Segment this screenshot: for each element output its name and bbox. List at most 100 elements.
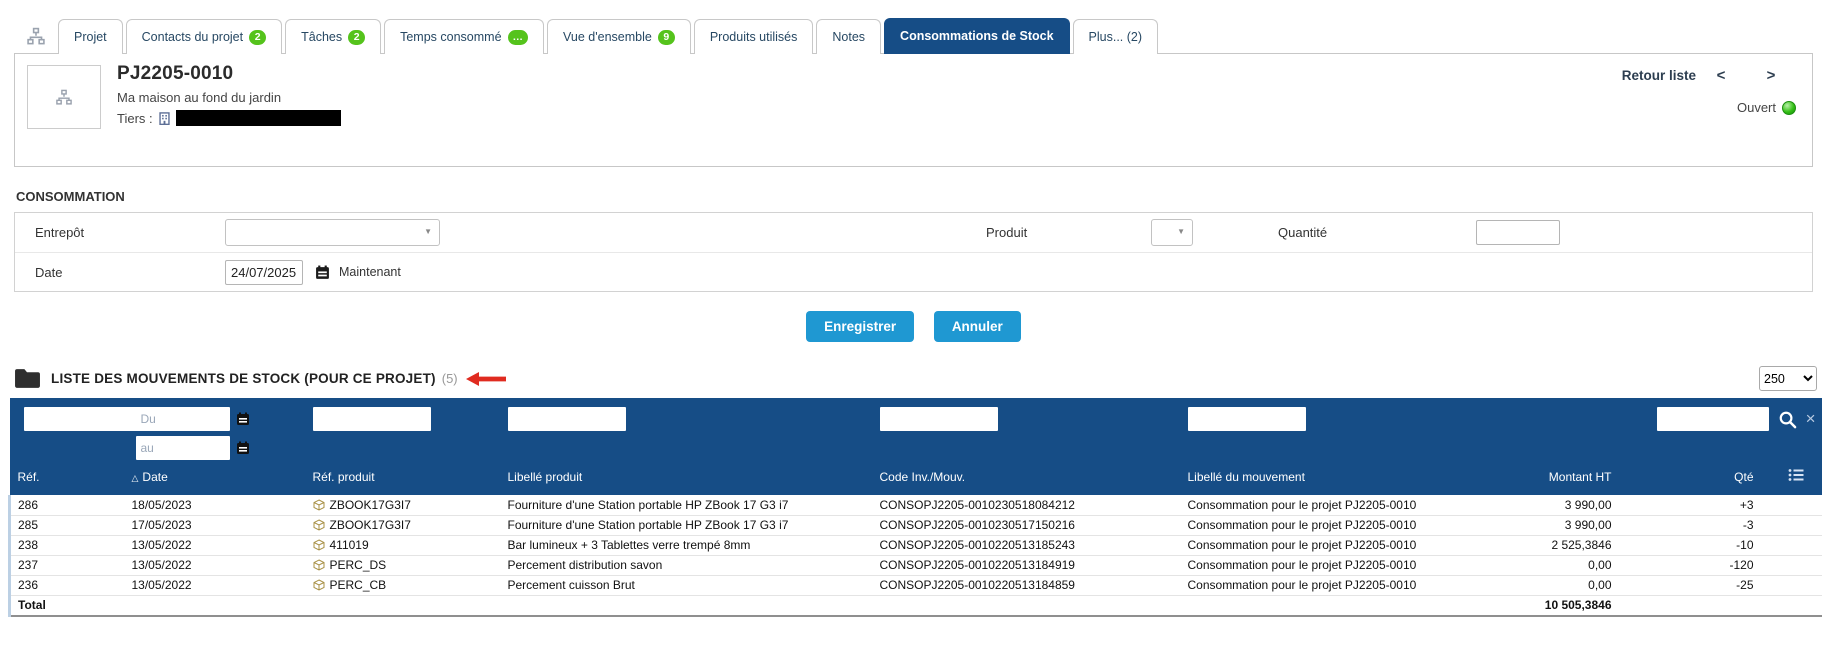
cell-product-ref[interactable]: 411019 (304, 535, 500, 556)
col-product-ref[interactable]: Réf. produit (305, 464, 500, 495)
contacts-count-badge: 2 (249, 29, 267, 45)
calendar-icon[interactable] (236, 412, 250, 426)
cell-product-ref[interactable]: ZBOOK17G3I7 (304, 495, 500, 516)
tab-bar: Projet Contacts du projet 2 Tâches 2 Temps… (0, 0, 1827, 54)
cell-qty: -120 (1619, 555, 1762, 576)
overview-count-badge: 9 (657, 29, 675, 45)
cell-empty (1761, 515, 1822, 536)
cell-product-label: Fourniture d'une Station portable HP ZBo… (499, 515, 872, 536)
tab-taches[interactable]: Tâches 2 (285, 19, 382, 54)
cell-ref: 286 (8, 495, 124, 516)
code-filter-input[interactable] (879, 407, 998, 431)
cell-movement-label: Consommation pour le projet PJ2205-0010 (1179, 535, 1490, 556)
col-date[interactable]: △ Date (124, 464, 305, 495)
tab-notes[interactable]: Notes (816, 19, 882, 54)
cell-code: CONSOPJ2205-0010230517150216 (871, 515, 1180, 536)
table-row[interactable]: 286 18/05/2023 ZBOOK17G3I7 Fourniture d'… (8, 495, 1822, 516)
quantity-input[interactable] (1476, 220, 1560, 245)
product-cube-icon (313, 499, 324, 511)
tab-produits-utilises[interactable]: Produits utilisés (693, 19, 814, 54)
cell-movement-label: Consommation pour le projet PJ2205-0010 (1179, 515, 1490, 536)
product-label-filter-input[interactable] (507, 407, 626, 431)
product-ref-filter-input[interactable] (312, 407, 431, 431)
tab-consommations-stock[interactable]: Consommations de Stock (884, 18, 1070, 54)
tab-plus[interactable]: Plus... (2) (1072, 19, 1159, 54)
col-settings (1762, 464, 1822, 495)
ref-filter-input[interactable] (23, 407, 142, 431)
tab-temps-consomme[interactable]: Temps consommé… (384, 19, 545, 54)
previous-record-arrow[interactable]: < (1696, 67, 1746, 84)
col-product-label[interactable]: Libellé produit (500, 464, 872, 495)
total-row: Total 10 505,3846 (8, 594, 1822, 617)
cell-code: CONSOPJ2205-0010220513185243 (871, 535, 1180, 556)
building-icon (158, 111, 170, 125)
date-to-input[interactable] (135, 436, 230, 460)
cell-code: CONSOPJ2205-0010220513184919 (871, 555, 1180, 576)
tab-projet[interactable]: Projet (58, 19, 123, 54)
page: Projet Contacts du projet 2 Tâches 2 Temps… (0, 0, 1827, 667)
col-code[interactable]: Code Inv./Mouv. (872, 464, 1180, 495)
cell-qty: -10 (1619, 535, 1762, 556)
project-sitemap-icon (56, 89, 72, 105)
col-qty[interactable]: Qté (1620, 464, 1762, 495)
red-left-arrow-annotation (465, 371, 506, 386)
cell-amount: 2 525,3846 (1489, 535, 1620, 556)
status-row: Ouvert (1566, 100, 1796, 115)
col-amount[interactable]: Montant HT (1490, 464, 1620, 495)
back-to-list-link[interactable]: Retour liste (1622, 68, 1696, 83)
column-select-icon[interactable] (1788, 468, 1804, 485)
search-icon[interactable] (1778, 410, 1797, 429)
project-ref: PJ2205-0010 (117, 63, 234, 84)
table-row[interactable]: 236 13/05/2022 PERC_CB Percement cuisson… (8, 575, 1822, 596)
cell-product-label: Bar lumineux + 3 Tablettes verre trempé … (499, 535, 872, 556)
search-filter-input[interactable] (1656, 407, 1769, 431)
calendar-icon[interactable] (236, 441, 250, 455)
clear-filters-icon[interactable]: × (1806, 410, 1816, 427)
date-input[interactable] (225, 259, 303, 285)
movement-label-filter-input[interactable] (1187, 407, 1306, 431)
table-row[interactable]: 238 13/05/2022 411019 Bar lumineux + 3 T… (8, 535, 1822, 556)
calendar-icon[interactable] (315, 265, 330, 280)
chevron-down-icon: ▼ (1177, 227, 1185, 236)
cell-product-label: Fourniture d'une Station portable HP ZBo… (499, 495, 872, 516)
date-from-input[interactable] (135, 407, 230, 431)
thirdparty-name-redacted[interactable] (175, 110, 341, 126)
chevron-down-icon: ▼ (424, 227, 432, 236)
status-open-dot-icon (1782, 100, 1796, 115)
consumption-section-title: CONSOMMATION (16, 189, 125, 204)
table-row[interactable]: 237 13/05/2022 PERC_DS Percement distrib… (8, 555, 1822, 576)
thirdparty-label: Tiers : (117, 110, 153, 126)
page-size-select[interactable]: 250 (1759, 366, 1817, 391)
col-ref[interactable]: Réf. (10, 464, 124, 495)
product-cube-icon (313, 559, 324, 571)
movements-count: (5) (441, 371, 458, 386)
cell-empty (1761, 575, 1822, 596)
cell-product-ref[interactable]: ZBOOK17G3I7 (304, 515, 500, 536)
cell-movement-label: Consommation pour le projet PJ2205-0010 (1179, 495, 1490, 516)
tab-vue-densemble[interactable]: Vue d'ensemble 9 (547, 19, 691, 54)
cell-product-label: Percement cuisson Brut (499, 575, 872, 596)
quantity-label: Quantité (1278, 225, 1328, 240)
form-row-warehouse: Entrepôt ▼ Produit ▼ Quantité (15, 213, 1812, 252)
cell-product-ref[interactable]: PERC_CB (304, 575, 500, 596)
cell-code: CONSOPJ2205-0010220513184859 (871, 575, 1180, 596)
cell-empty (1761, 535, 1822, 556)
table-row[interactable]: 285 17/05/2023 ZBOOK17G3I7 Fourniture d'… (8, 515, 1822, 536)
product-cube-icon (313, 579, 324, 591)
warehouse-label: Entrepôt (35, 225, 85, 240)
cell-date: 13/05/2022 (123, 575, 305, 596)
next-record-arrow[interactable]: > (1746, 67, 1796, 84)
tab-contacts[interactable]: Contacts du projet 2 (125, 19, 283, 54)
warehouse-select[interactable]: ▼ (225, 219, 440, 246)
col-movement-label[interactable]: Libellé du mouvement (1180, 464, 1490, 495)
cell-qty: +3 (1619, 495, 1762, 516)
cell-code: CONSOPJ2205-0010230518084212 (871, 495, 1180, 516)
cell-product-ref[interactable]: PERC_DS (304, 555, 500, 576)
now-link[interactable]: Maintenant (339, 265, 401, 279)
cancel-button[interactable]: Annuler (933, 311, 1021, 342)
cell-ref: 237 (8, 555, 124, 576)
cell-date: 13/05/2022 (123, 555, 305, 576)
product-cube-icon (313, 539, 324, 551)
save-button[interactable]: Enregistrer (806, 311, 915, 342)
product-select[interactable]: ▼ (1151, 219, 1193, 246)
